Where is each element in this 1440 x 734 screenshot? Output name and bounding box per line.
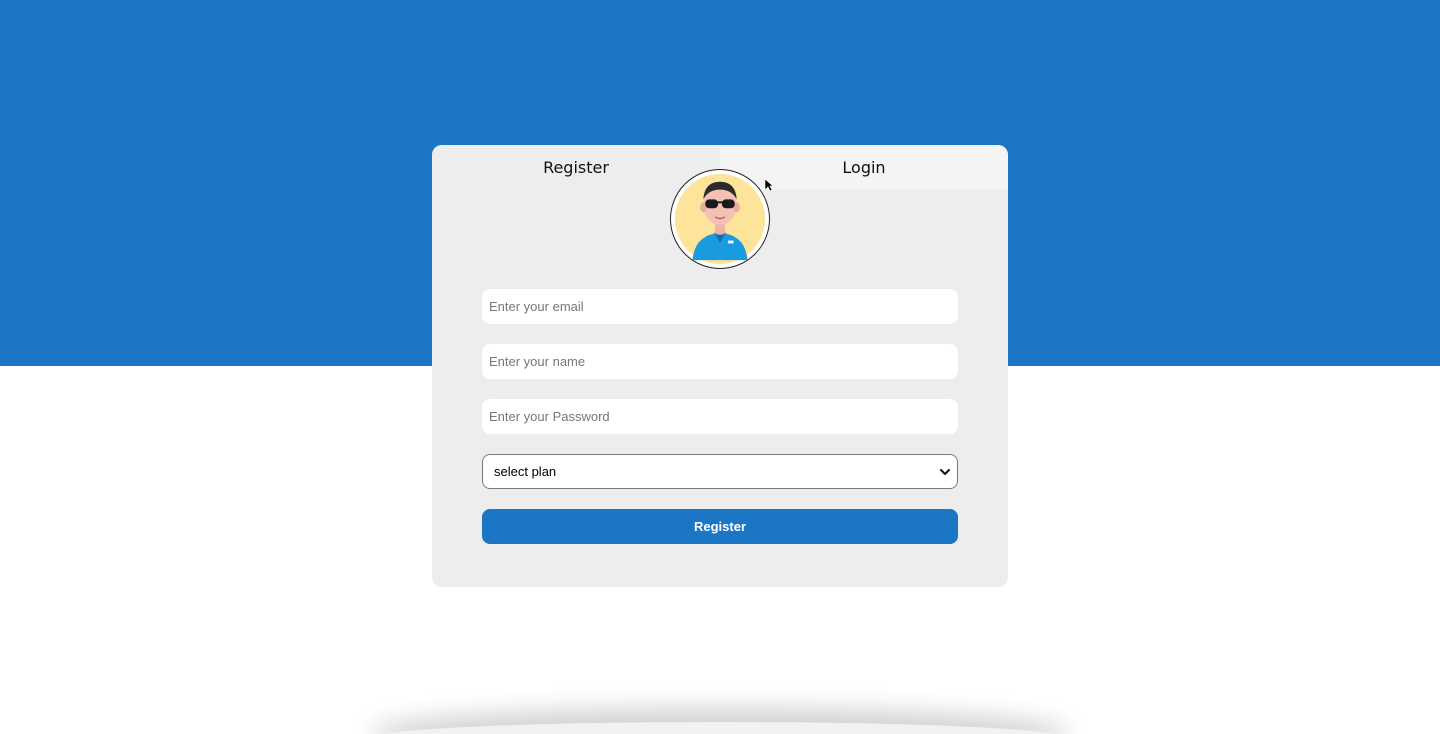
plan-select-value: select plan bbox=[494, 464, 557, 479]
auth-card: Register Login select pla bbox=[432, 145, 1008, 587]
avatar-icon bbox=[674, 173, 766, 265]
password-field[interactable] bbox=[482, 399, 958, 434]
chevron-down-icon bbox=[940, 469, 950, 475]
name-field[interactable] bbox=[482, 344, 958, 379]
plan-select[interactable]: select plan bbox=[482, 454, 958, 489]
register-button[interactable]: Register bbox=[482, 509, 958, 544]
mouse-cursor-icon bbox=[764, 178, 774, 192]
email-field[interactable] bbox=[482, 289, 958, 324]
bottom-shadow bbox=[380, 722, 1060, 734]
avatar bbox=[670, 169, 770, 269]
tab-register[interactable]: Register bbox=[432, 145, 720, 190]
